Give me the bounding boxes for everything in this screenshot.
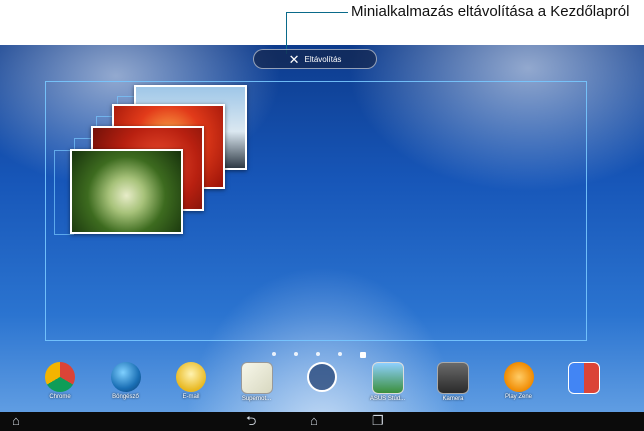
dock-app-email[interactable]: E-mail	[171, 362, 211, 412]
page-dot-home	[360, 352, 366, 358]
dock-app-play-music[interactable]: Play Zene	[499, 362, 539, 412]
supernote-icon	[240, 362, 273, 394]
camera-icon	[437, 362, 469, 394]
navigation-bar	[0, 412, 644, 431]
dock-app-browser[interactable]: Böngésző	[106, 362, 146, 412]
page-dot	[316, 352, 320, 356]
remove-widget-button[interactable]: ✕ Eltávolítás	[253, 49, 377, 69]
dock-app-gallery[interactable]: ASUS Stúd...	[368, 362, 408, 412]
dock-app-google[interactable]	[564, 362, 604, 412]
play-music-icon	[503, 362, 534, 392]
email-icon	[176, 362, 206, 392]
recent-apps-icon[interactable]: ❐	[372, 414, 384, 427]
page-dot	[272, 352, 276, 356]
browser-icon	[110, 362, 141, 392]
callout-label: Minialkalmazás eltávolítása a Kezdőlapró…	[351, 3, 630, 20]
page-dot	[294, 352, 298, 356]
back-icon[interactable]: ⮌	[246, 414, 256, 427]
app-label: Böngésző	[112, 394, 139, 400]
dock-app-camera[interactable]: Kamera	[433, 362, 473, 412]
app-label: Kamera	[442, 396, 464, 402]
dock-app-all-apps[interactable]	[302, 362, 342, 412]
home-icon[interactable]: ⌂	[310, 414, 318, 427]
app-label: Supernot...	[241, 396, 272, 402]
app-label: ASUS Stúd...	[369, 396, 406, 402]
callout-line	[286, 12, 287, 54]
google-apps-icon	[568, 362, 600, 394]
remove-widget-label: Eltávolítás	[304, 54, 342, 64]
page-dot	[338, 352, 342, 356]
page-indicator	[272, 352, 366, 358]
screen-icon[interactable]: ⌂	[12, 414, 20, 427]
dock-app-supernote[interactable]: Supernot...	[237, 362, 277, 412]
app-label: E-mail	[182, 394, 200, 400]
app-dock: Chrome Böngésző E-mail Supernot... ASUS …	[0, 362, 644, 412]
all-apps-icon	[307, 362, 337, 392]
dock-app-chrome[interactable]: Chrome	[40, 362, 80, 412]
callout-line	[286, 12, 348, 13]
close-icon: ✕	[288, 51, 300, 67]
photo-widget-hydrangea[interactable]	[70, 149, 183, 234]
app-label: Play Zene	[504, 394, 532, 400]
app-label: Chrome	[49, 394, 71, 400]
gallery-icon	[371, 362, 404, 394]
chrome-icon	[45, 362, 75, 392]
